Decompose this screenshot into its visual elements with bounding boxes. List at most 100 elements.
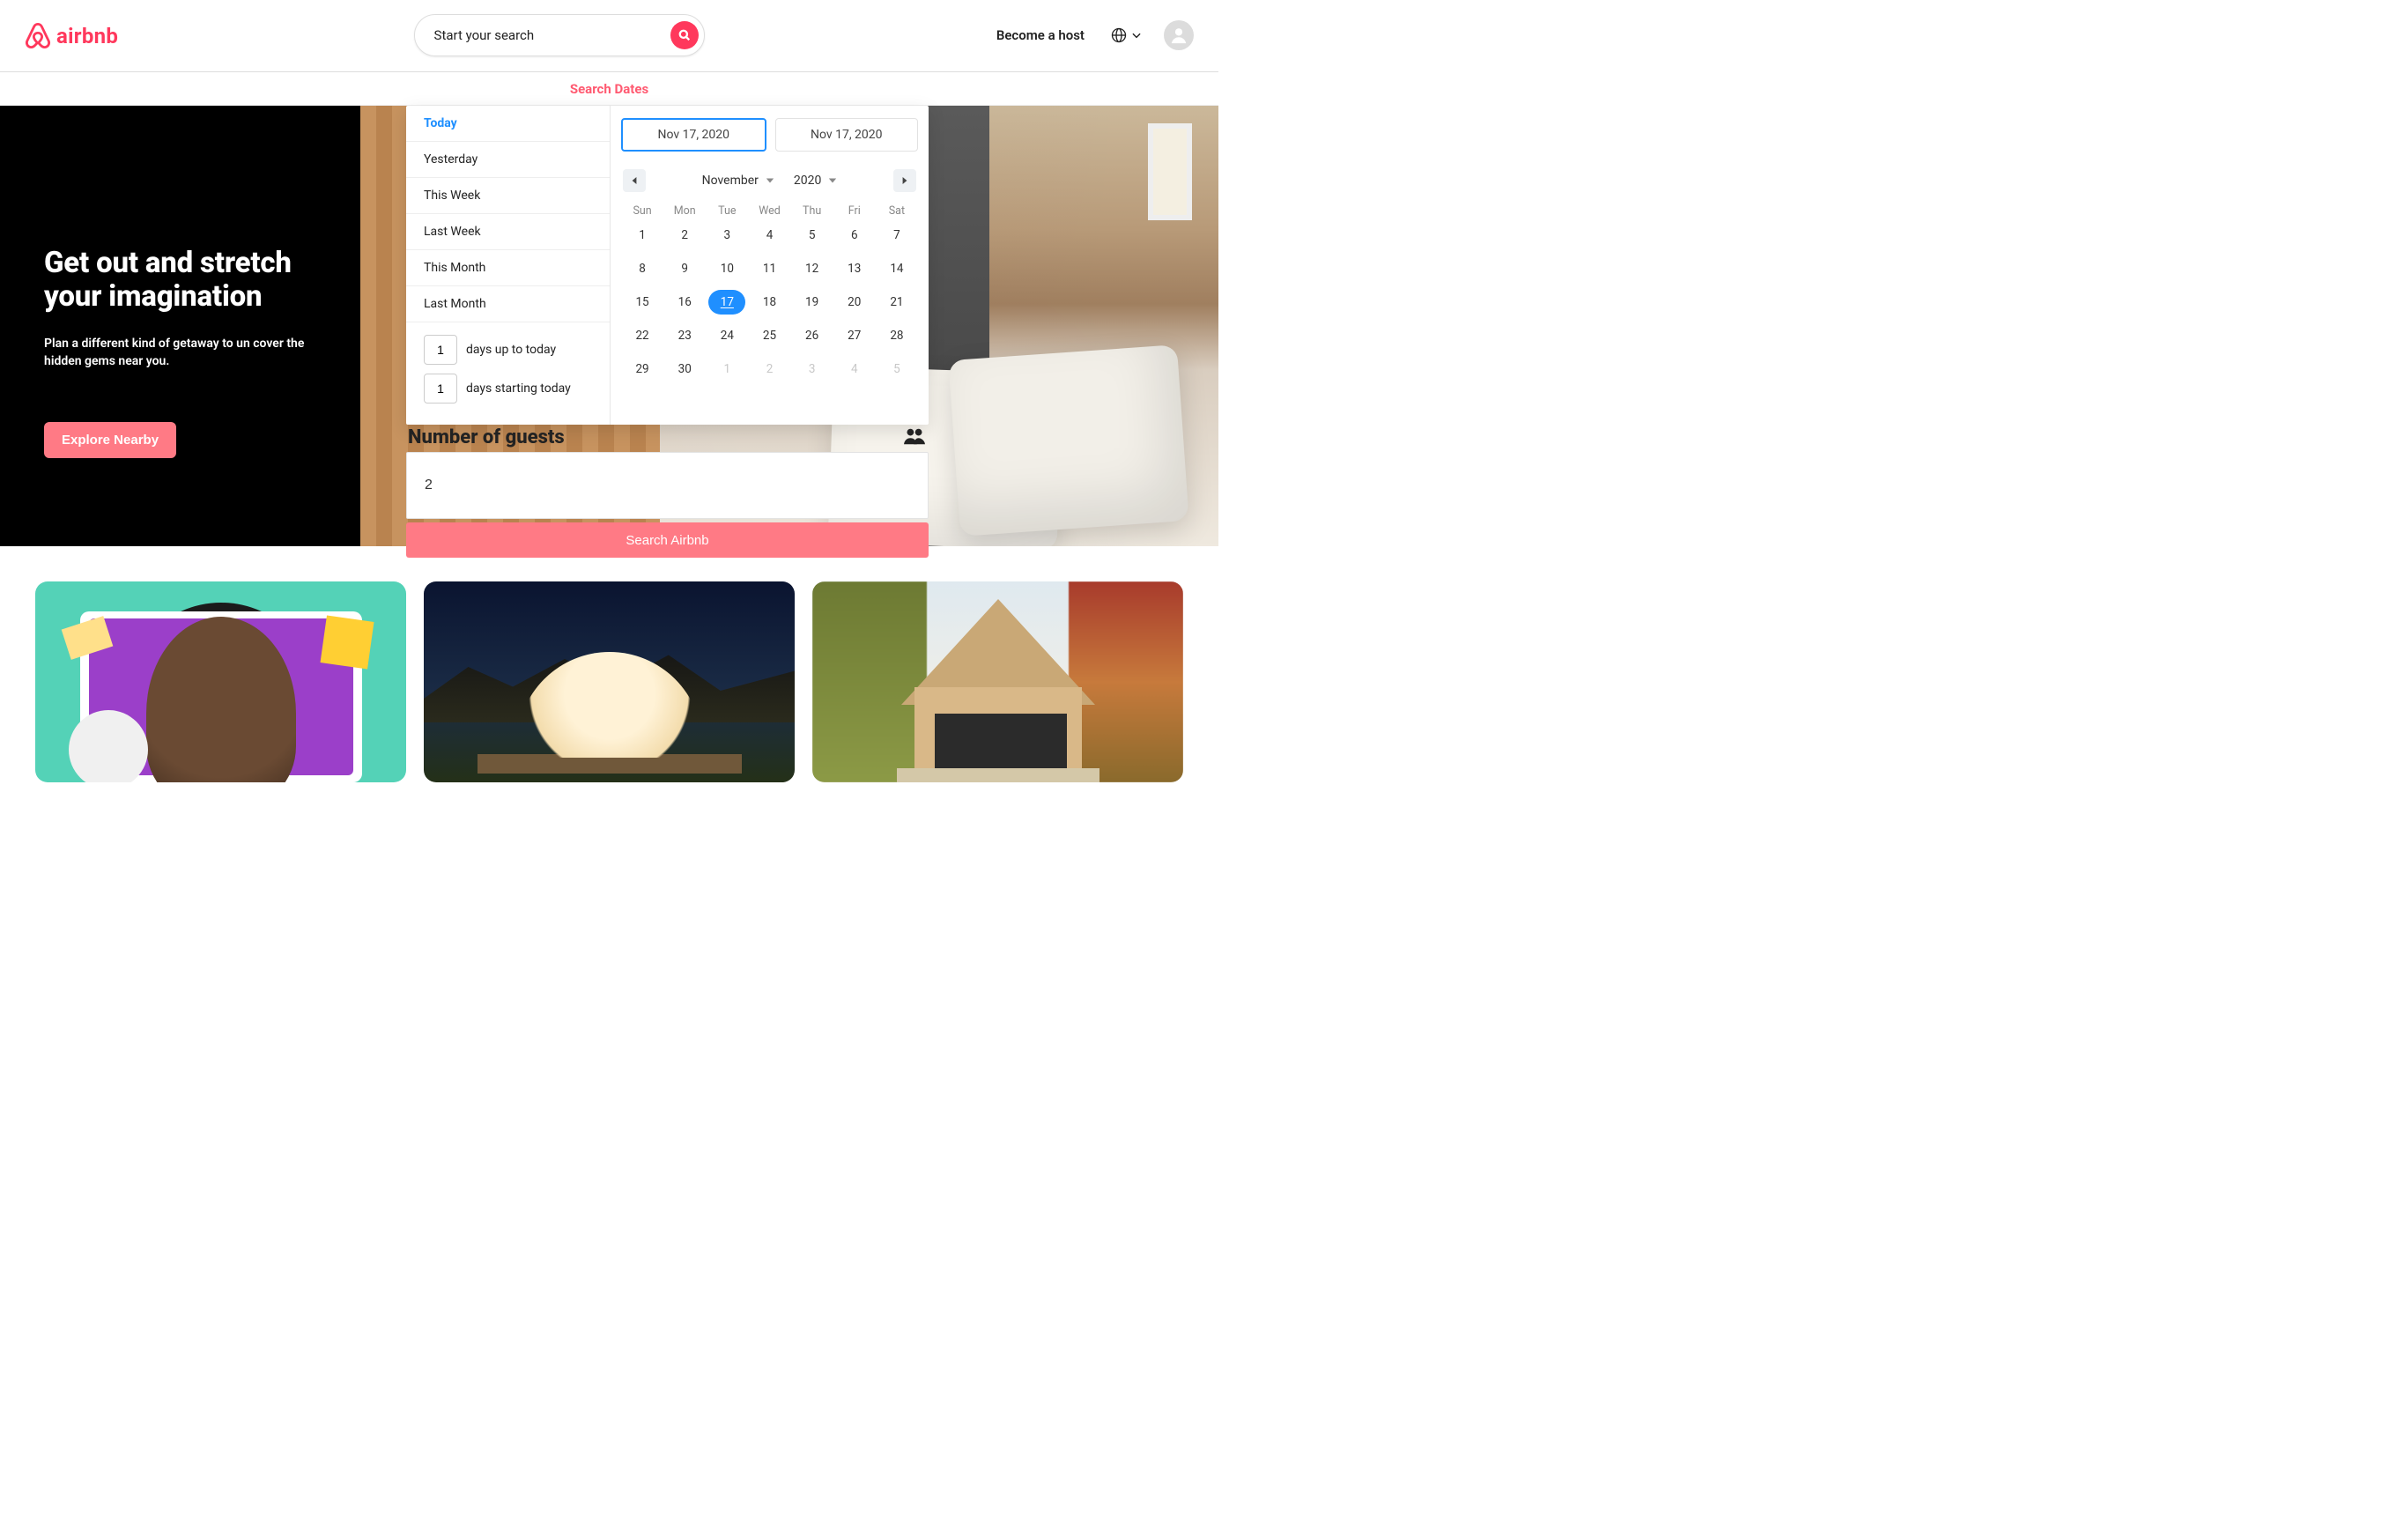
calendar-day[interactable]: 22 <box>621 323 663 348</box>
feature-cards <box>0 546 1218 782</box>
become-host-link[interactable]: Become a host <box>991 19 1090 52</box>
calendar-day[interactable]: 28 <box>876 323 918 348</box>
search-button[interactable] <box>670 21 699 49</box>
calendar-year-label: 2020 <box>794 174 821 188</box>
chevron-down-icon <box>1130 29 1143 41</box>
header: airbnb Start your search Become a host <box>0 0 1218 71</box>
search-airbnb-button[interactable]: Search Airbnb <box>406 522 929 558</box>
preset-last-month[interactable]: Last Month <box>406 286 610 322</box>
calendar-day[interactable]: 13 <box>833 256 876 281</box>
header-right: Become a host <box>991 19 1194 52</box>
guests-title: Number of guests <box>408 426 565 448</box>
dow-tue: Tue <box>706 204 748 218</box>
chevron-down-icon <box>766 176 774 185</box>
search-dates-bar: Search Dates <box>0 71 1218 106</box>
language-menu[interactable] <box>1106 20 1148 50</box>
calendar-day: 4 <box>833 357 876 381</box>
calendar-day: 2 <box>748 357 790 381</box>
calendar-day[interactable]: 11 <box>748 256 790 281</box>
calendar-day[interactable]: 12 <box>791 256 833 281</box>
start-date-chip[interactable]: Nov 17, 2020 <box>621 118 766 152</box>
dow-thu: Thu <box>791 204 833 218</box>
guests-input[interactable] <box>406 452 929 519</box>
feature-card-experiences[interactable] <box>35 581 406 782</box>
calendar-day: 5 <box>876 357 918 381</box>
days-up-input[interactable] <box>424 335 457 365</box>
triangle-left-icon <box>631 176 638 185</box>
search-icon <box>678 29 691 41</box>
preset-last-week[interactable]: Last Week <box>406 214 610 250</box>
hero: Get out and stretch your imagination Pla… <box>0 106 1218 546</box>
guests-icon <box>904 427 925 448</box>
calendar-month-label: November <box>702 174 759 188</box>
calendar-day[interactable]: 4 <box>748 223 790 248</box>
feature-card-entire-homes[interactable] <box>812 581 1183 782</box>
brand-logo[interactable]: airbnb <box>25 21 118 49</box>
triangle-right-icon <box>901 176 908 185</box>
calendar-prev-month[interactable] <box>623 169 646 192</box>
end-date-chip[interactable]: Nov 17, 2020 <box>775 118 919 152</box>
calendar-day: 3 <box>791 357 833 381</box>
calendar-day[interactable]: 19 <box>791 290 833 315</box>
calendar-day[interactable]: 10 <box>706 256 748 281</box>
dow-mon: Mon <box>663 204 706 218</box>
preset-this-week[interactable]: This Week <box>406 178 610 214</box>
calendar-day[interactable]: 7 <box>876 223 918 248</box>
globe-icon <box>1111 27 1127 43</box>
calendar-year-select[interactable]: 2020 <box>794 174 837 188</box>
calendar-day[interactable]: 23 <box>663 323 706 348</box>
calendar-day[interactable]: 3 <box>706 223 748 248</box>
calendar-day[interactable]: 26 <box>791 323 833 348</box>
calendar-grid: 1234567891011121314151617181920212223242… <box>621 223 918 381</box>
calendar-dow-row: Sun Mon Tue Wed Thu Fri Sat <box>621 204 918 218</box>
preset-yesterday[interactable]: Yesterday <box>406 142 610 178</box>
calendar-day[interactable]: 25 <box>748 323 790 348</box>
calendar-month-select[interactable]: November <box>702 174 774 188</box>
calendar-day[interactable]: 5 <box>791 223 833 248</box>
dow-sat: Sat <box>876 204 918 218</box>
hero-copy: Get out and stretch your imagination Pla… <box>0 106 360 546</box>
days-start-input[interactable] <box>424 374 457 404</box>
search-pill[interactable]: Start your search <box>414 14 705 56</box>
calendar-day[interactable]: 27 <box>833 323 876 348</box>
calendar-day[interactable]: 16 <box>663 290 706 315</box>
calendar-day[interactable]: 15 <box>621 290 663 315</box>
people-icon <box>904 427 925 445</box>
chevron-down-icon <box>828 176 837 185</box>
account-avatar[interactable] <box>1164 20 1194 50</box>
preset-this-month[interactable]: This Month <box>406 250 610 286</box>
calendar-day[interactable]: 9 <box>663 256 706 281</box>
hero-subtitle: Plan a different kind of getaway to un c… <box>44 335 308 371</box>
search-pill-text: Start your search <box>434 27 535 43</box>
hero-title-line-1: Get out and stretch <box>44 247 316 280</box>
days-up-label: days up to today <box>466 343 556 357</box>
calendar-day[interactable]: 18 <box>748 290 790 315</box>
person-icon <box>1169 26 1188 45</box>
search-dates-title: Search Dates <box>570 81 648 97</box>
preset-list: Today Yesterday This Week Last Week This… <box>406 106 611 425</box>
calendar-day[interactable]: 20 <box>833 290 876 315</box>
calendar-day[interactable]: 8 <box>621 256 663 281</box>
calendar-day[interactable]: 6 <box>833 223 876 248</box>
calendar-day[interactable]: 14 <box>876 256 918 281</box>
guests-header: Number of guests <box>406 425 929 452</box>
dow-sun: Sun <box>621 204 663 218</box>
hero-title-line-2: your imagination <box>44 280 316 314</box>
airbnb-belo-icon <box>25 21 51 49</box>
calendar-day[interactable]: 29 <box>621 357 663 381</box>
dow-wed: Wed <box>748 204 790 218</box>
calendar-day[interactable]: 30 <box>663 357 706 381</box>
feature-card-unique-stays[interactable] <box>424 581 795 782</box>
calendar-day[interactable]: 2 <box>663 223 706 248</box>
calendar-next-month[interactable] <box>893 169 916 192</box>
calendar-day[interactable]: 17 <box>706 290 748 315</box>
date-picker-panel: Today Yesterday This Week Last Week This… <box>406 106 929 558</box>
calendar-day[interactable]: 1 <box>621 223 663 248</box>
calendar-day[interactable]: 21 <box>876 290 918 315</box>
days-start-label: days starting today <box>466 381 571 396</box>
calendar-day[interactable]: 24 <box>706 323 748 348</box>
calendar: Nov 17, 2020 Nov 17, 2020 November 2020 <box>611 106 929 425</box>
preset-today[interactable]: Today <box>406 106 610 142</box>
calendar-day: 1 <box>706 357 748 381</box>
explore-nearby-button[interactable]: Explore Nearby <box>44 422 176 458</box>
